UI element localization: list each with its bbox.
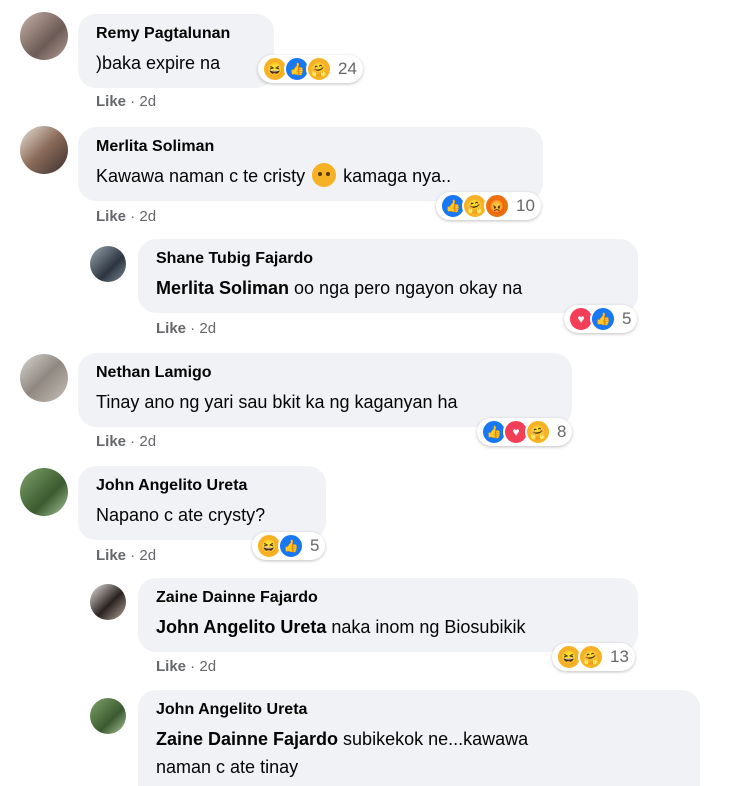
comment-actions: Like · 2d xyxy=(96,433,156,450)
timestamp[interactable]: 2d xyxy=(139,547,156,564)
avatar[interactable] xyxy=(20,468,68,516)
comment-actions: Like · 2d xyxy=(156,658,216,675)
comment-author[interactable]: Shane Tubig Fajardo xyxy=(156,249,620,269)
like-button[interactable]: Like xyxy=(96,208,126,225)
mention-link[interactable]: Merlita Soliman xyxy=(156,278,289,298)
reactions-summary[interactable]: 👍 ♥ 🤗 8 xyxy=(477,418,573,446)
timestamp[interactable]: 2d xyxy=(139,208,156,225)
avatar[interactable] xyxy=(90,584,126,620)
angry-icon: 😡 xyxy=(484,193,510,219)
timestamp[interactable]: 2d xyxy=(199,320,216,337)
separator: · xyxy=(126,93,140,110)
comment-author[interactable]: Nethan Lamigo xyxy=(96,363,554,383)
care-icon: 🤗 xyxy=(578,644,604,670)
like-button[interactable]: Like xyxy=(156,658,186,675)
comment-actions: Like · 2d xyxy=(96,208,156,225)
reaction-count: 24 xyxy=(338,59,357,78)
avatar[interactable] xyxy=(20,126,68,174)
reaction-count: 13 xyxy=(610,647,629,666)
reply-bubble: Shane Tubig Fajardo Merlita Soliman oo n… xyxy=(138,239,638,313)
sad-emoji-icon xyxy=(312,163,337,188)
comment-text: Kawawa naman c te cristy kamaga nya.. xyxy=(96,162,525,190)
mention-link[interactable]: John Angelito Ureta xyxy=(156,617,326,637)
reactions-summary[interactable]: ♥ 👍 5 xyxy=(564,305,638,333)
comment-author[interactable]: John Angelito Ureta xyxy=(156,700,682,720)
comment-bubble: John Angelito Ureta Napano c ate crysty? xyxy=(78,466,326,540)
comment-bubble: Merlita Soliman Kawawa naman c te cristy… xyxy=(78,127,543,201)
reply-bubble: John Angelito Ureta Zaine Dainne Fajardo… xyxy=(138,690,700,786)
like-button[interactable]: Like xyxy=(156,320,186,337)
comment-bubble: Nethan Lamigo Tinay ano ng yari sau bkit… xyxy=(78,353,572,427)
reactions-summary[interactable]: 😆 👍 🤗 24 xyxy=(258,55,363,83)
avatar[interactable] xyxy=(20,354,68,402)
avatar[interactable] xyxy=(90,698,126,734)
comment-text: John Angelito Ureta naka inom ng Biosubi… xyxy=(156,617,526,637)
separator: · xyxy=(126,433,140,450)
reaction-count: 8 xyxy=(557,422,567,441)
mention-link[interactable]: Zaine Dainne Fajardo xyxy=(156,729,338,749)
care-icon: 🤗 xyxy=(306,56,332,82)
comment-author[interactable]: John Angelito Ureta xyxy=(96,476,308,496)
comment-actions: Like · 2d xyxy=(156,320,216,337)
like-button[interactable]: Like xyxy=(96,433,126,450)
comment-author[interactable]: Merlita Soliman xyxy=(96,137,525,157)
avatar[interactable] xyxy=(90,246,126,282)
reply-bubble: Zaine Dainne Fajardo John Angelito Ureta… xyxy=(138,578,638,652)
like-button[interactable]: Like xyxy=(96,547,126,564)
like-icon: 👍 xyxy=(590,306,616,332)
reaction-count: 5 xyxy=(310,536,320,555)
separator: · xyxy=(186,320,200,337)
comment-text: )baka expire na xyxy=(96,53,221,73)
avatar[interactable] xyxy=(20,12,68,60)
care-icon: 🤗 xyxy=(525,419,551,445)
reaction-count: 10 xyxy=(516,196,535,215)
reactions-summary[interactable]: 👍 🤗 😡 10 xyxy=(436,192,541,220)
comment-text: Napano c ate crysty? xyxy=(96,505,266,525)
comment-actions: Like · 2d xyxy=(96,547,156,564)
comment-text: Zaine Dainne Fajardo subikekok ne...kawa… xyxy=(156,729,529,777)
reactions-summary[interactable]: 😆 🤗 13 xyxy=(552,643,635,671)
like-icon: 👍 xyxy=(278,533,304,559)
comment-text: Tinay ano ng yari sau bkit ka ng kaganya… xyxy=(96,392,458,412)
comment-bubble: Remy Pagtalunan )baka expire na xyxy=(78,14,274,88)
separator: · xyxy=(126,208,140,225)
comment-actions: Like · 2d xyxy=(96,93,156,110)
separator: · xyxy=(186,658,200,675)
reactions-summary[interactable]: 😆 👍 5 xyxy=(252,532,326,560)
comment-author[interactable]: Zaine Dainne Fajardo xyxy=(156,588,620,608)
reaction-count: 5 xyxy=(622,309,632,328)
comment-author[interactable]: Remy Pagtalunan xyxy=(96,24,256,44)
timestamp[interactable]: 2d xyxy=(139,433,156,450)
timestamp[interactable]: 2d xyxy=(199,658,216,675)
like-button[interactable]: Like xyxy=(96,93,126,110)
separator: · xyxy=(126,547,140,564)
timestamp[interactable]: 2d xyxy=(139,93,156,110)
comment-text: Merlita Soliman oo nga pero ngayon okay … xyxy=(156,278,523,298)
